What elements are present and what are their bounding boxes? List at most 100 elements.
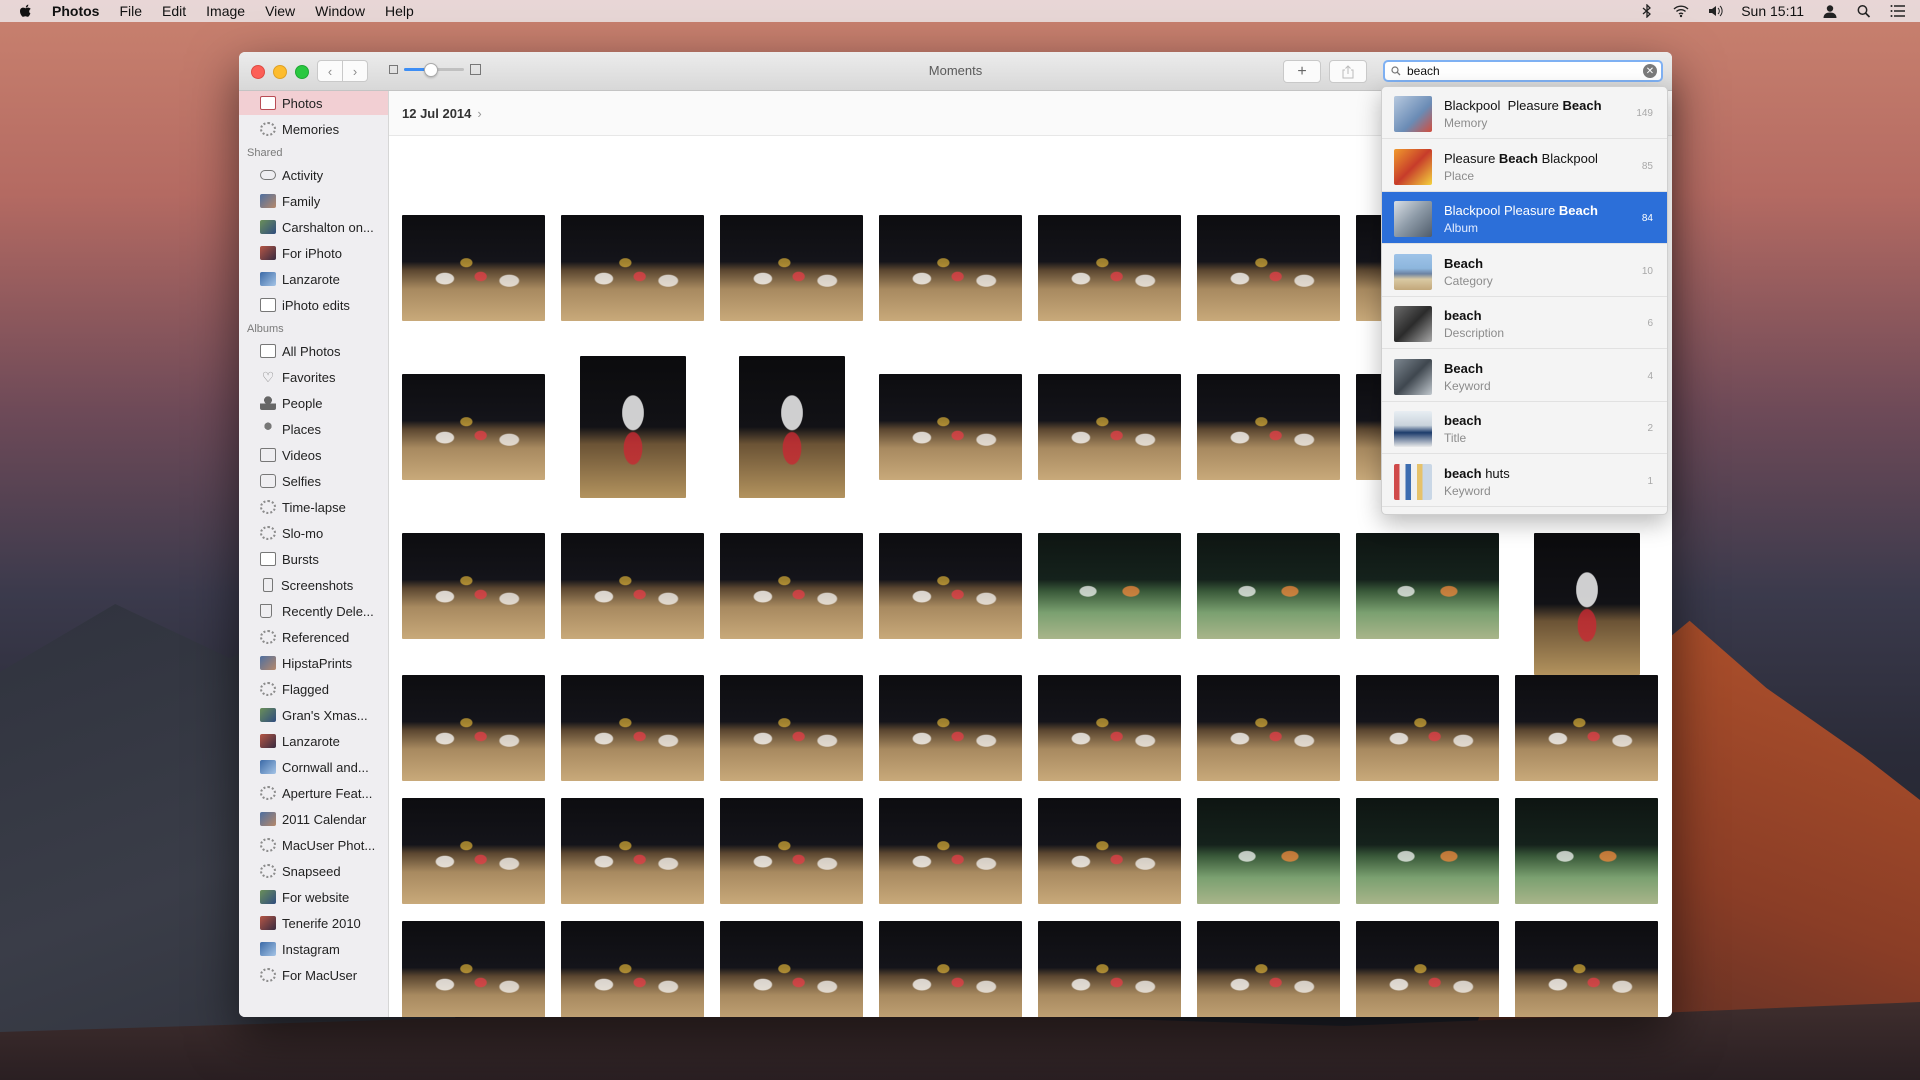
photo-thumbnail[interactable] (561, 215, 704, 321)
photo-thumbnail[interactable] (402, 374, 545, 480)
sidebar-item-activity[interactable]: Activity (239, 163, 388, 187)
sidebar-item-for-iphoto[interactable]: For iPhoto (239, 241, 388, 265)
sidebar-item-bursts[interactable]: Bursts (239, 547, 388, 571)
sidebar-item-lanzarote[interactable]: Lanzarote (239, 729, 388, 753)
menu-window[interactable]: Window (315, 3, 365, 19)
sidebar-item-2011-calendar[interactable]: 2011 Calendar (239, 807, 388, 831)
photo-thumbnail[interactable] (1038, 374, 1181, 480)
sidebar-item-referenced[interactable]: Referenced (239, 625, 388, 649)
photo-thumbnail[interactable] (1515, 798, 1658, 904)
photo-thumbnail[interactable] (739, 356, 845, 498)
photo-thumbnail[interactable] (1197, 533, 1340, 639)
spotlight-icon[interactable] (1856, 4, 1872, 18)
photo-thumbnail[interactable] (720, 798, 863, 904)
photo-thumbnail[interactable] (1038, 215, 1181, 321)
user-icon[interactable] (1822, 4, 1838, 18)
photo-thumbnail[interactable] (1197, 215, 1340, 321)
photo-thumbnail[interactable] (561, 798, 704, 904)
photo-thumbnail[interactable] (1356, 798, 1499, 904)
sidebar-item-carshalton-on[interactable]: Carshalton on... (239, 215, 388, 239)
photo-thumbnail[interactable] (879, 215, 1022, 321)
photo-thumbnail[interactable] (402, 215, 545, 321)
sidebar-item-lanzarote[interactable]: Lanzarote (239, 267, 388, 291)
sidebar-item-videos[interactable]: Videos (239, 443, 388, 467)
photo-thumbnail[interactable] (879, 921, 1022, 1017)
sidebar-item-people[interactable]: People (239, 391, 388, 415)
sidebar-item-screenshots[interactable]: Screenshots (239, 573, 388, 597)
moment-date[interactable]: 12 Jul 2014 › (402, 106, 482, 121)
sidebar-item-places[interactable]: Places (239, 417, 388, 441)
menu-view[interactable]: View (265, 3, 295, 19)
notification-center-icon[interactable] (1890, 4, 1906, 18)
search-result-item[interactable]: beach huts Keyword 1 (1382, 455, 1667, 507)
photo-thumbnail[interactable] (720, 215, 863, 321)
photo-thumbnail[interactable] (1356, 533, 1499, 639)
sidebar-item-photos[interactable]: Photos (239, 91, 388, 115)
photo-thumbnail[interactable] (1356, 921, 1499, 1017)
search-input[interactable]: beach (1407, 64, 1643, 78)
clear-search-icon[interactable]: ✕ (1643, 64, 1657, 78)
sidebar-item-macuser-phot[interactable]: MacUser Phot... (239, 833, 388, 857)
sidebar-item-all-photos[interactable]: All Photos (239, 339, 388, 363)
photo-thumbnail[interactable] (561, 675, 704, 781)
menu-image[interactable]: Image (206, 3, 245, 19)
photo-thumbnail[interactable] (1197, 798, 1340, 904)
sidebar-item-family[interactable]: Family (239, 189, 388, 213)
photo-thumbnail[interactable] (720, 921, 863, 1017)
search-result-item[interactable]: Blackpool Pleasure Beach Album 84 (1382, 192, 1667, 244)
photo-thumbnail[interactable] (1038, 675, 1181, 781)
sidebar-item-slo-mo[interactable]: Slo-mo (239, 521, 388, 545)
sidebar-item-tenerife-2010[interactable]: Tenerife 2010 (239, 911, 388, 935)
photo-thumbnail[interactable] (879, 798, 1022, 904)
search-result-item[interactable]: beach Title 2 (1382, 402, 1667, 454)
photo-thumbnail[interactable] (1515, 675, 1658, 781)
search-result-item[interactable]: Pleasure Beach Blackpool Place 85 (1382, 140, 1667, 192)
photo-thumbnail[interactable] (879, 533, 1022, 639)
volume-icon[interactable] (1707, 4, 1723, 18)
search-result-item[interactable]: Beach Category 10 (1382, 245, 1667, 297)
photo-thumbnail[interactable] (1197, 374, 1340, 480)
photo-thumbnail[interactable] (580, 356, 686, 498)
share-button[interactable] (1329, 60, 1367, 83)
photo-thumbnail[interactable] (1515, 921, 1658, 1017)
photo-thumbnail[interactable] (1038, 533, 1181, 639)
sidebar-item-iphoto-edits[interactable]: iPhoto edits (239, 293, 388, 317)
sidebar-item-gran-s-xmas[interactable]: Gran's Xmas... (239, 703, 388, 727)
apple-menu-icon[interactable] (18, 3, 34, 19)
photo-thumbnail[interactable] (720, 533, 863, 639)
photo-thumbnail[interactable] (1038, 798, 1181, 904)
sidebar-item-recently-dele[interactable]: Recently Dele... (239, 599, 388, 623)
sidebar-item-favorites[interactable]: ♡ Favorites (239, 365, 388, 389)
photo-thumbnail[interactable] (402, 533, 545, 639)
photo-thumbnail[interactable] (1534, 533, 1640, 675)
add-button[interactable]: + (1283, 60, 1321, 83)
search-result-item[interactable]: beach Description 6 (1382, 297, 1667, 349)
photo-thumbnail[interactable] (402, 921, 545, 1017)
photo-thumbnail[interactable] (561, 533, 704, 639)
bluetooth-icon[interactable] (1639, 4, 1655, 18)
photo-thumbnail[interactable] (1038, 921, 1181, 1017)
photo-thumbnail[interactable] (1197, 921, 1340, 1017)
menu-file[interactable]: File (119, 3, 142, 19)
sidebar-item-flagged[interactable]: Flagged (239, 677, 388, 701)
photo-thumbnail[interactable] (402, 675, 545, 781)
sidebar-item-time-lapse[interactable]: Time-lapse (239, 495, 388, 519)
search-result-item[interactable]: Beach Keyword 4 (1382, 350, 1667, 402)
clock[interactable]: Sun 15:11 (1741, 3, 1804, 19)
search-field[interactable]: beach ✕ (1383, 60, 1663, 82)
wifi-icon[interactable] (1673, 4, 1689, 18)
sidebar-item-for-website[interactable]: For website (239, 885, 388, 909)
photo-thumbnail[interactable] (561, 921, 704, 1017)
sidebar-item-for-macuser[interactable]: For MacUser (239, 963, 388, 987)
photo-thumbnail[interactable] (879, 675, 1022, 781)
menu-edit[interactable]: Edit (162, 3, 186, 19)
sidebar-item-hipstaprints[interactable]: HipstaPrints (239, 651, 388, 675)
photo-thumbnail[interactable] (879, 374, 1022, 480)
photo-thumbnail[interactable] (1356, 675, 1499, 781)
photo-thumbnail[interactable] (1197, 675, 1340, 781)
sidebar-item-cornwall-and[interactable]: Cornwall and... (239, 755, 388, 779)
sidebar-item-instagram[interactable]: Instagram (239, 937, 388, 961)
sidebar-item-snapseed[interactable]: Snapseed (239, 859, 388, 883)
search-result-item[interactable]: Blackpool Pleasure Beach Memory 149 (1382, 87, 1667, 139)
photo-thumbnail[interactable] (402, 798, 545, 904)
